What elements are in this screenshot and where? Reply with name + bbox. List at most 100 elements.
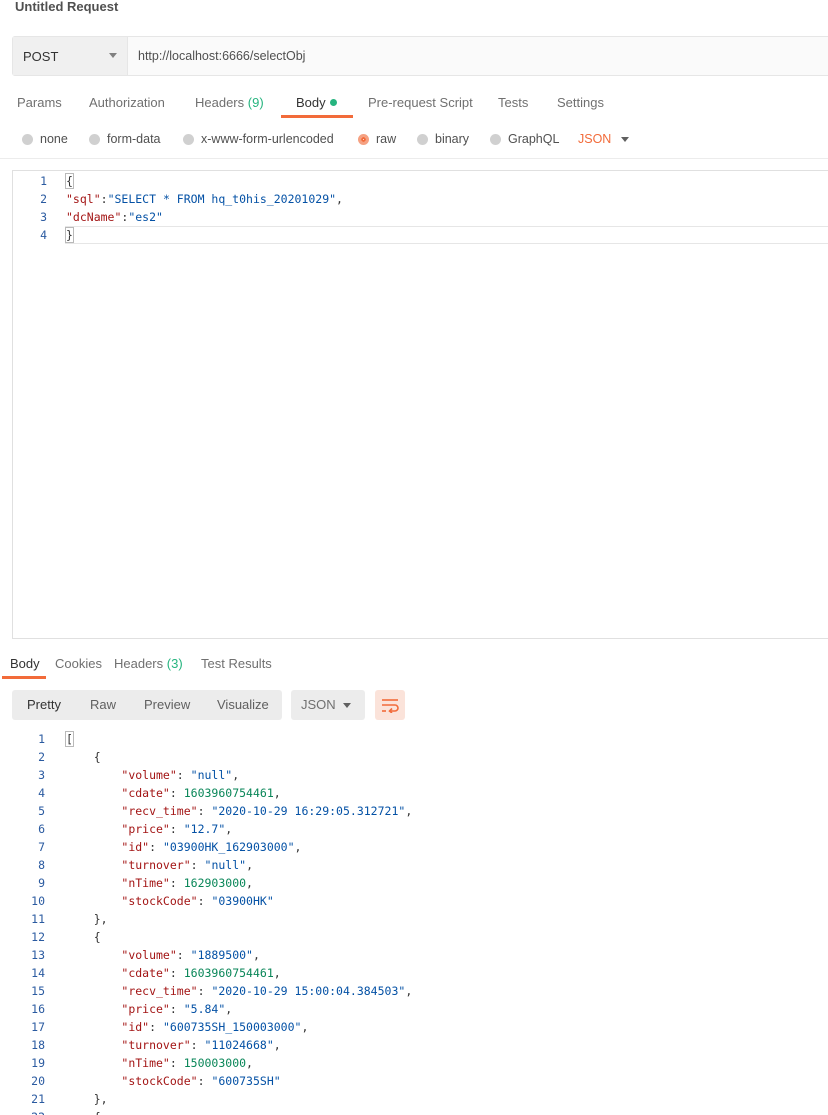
radio-binary[interactable]: binary	[417, 132, 469, 146]
code-text: }	[65, 226, 74, 244]
response-tab-body[interactable]: Body	[10, 656, 40, 671]
code-text: "dcName":"es2"	[66, 210, 163, 224]
tab-params[interactable]: Params	[17, 95, 62, 110]
code-token: "stockCode"	[121, 1074, 198, 1088]
radio-circle-icon	[417, 133, 428, 145]
method-label: POST	[23, 48, 59, 64]
chevron-down-icon[interactable]	[621, 137, 629, 142]
code-text: "nTime": 150003000,	[121, 1056, 253, 1070]
tab-prerequest-script[interactable]: Pre-request Script	[368, 95, 473, 110]
code-text: {	[66, 930, 101, 944]
tab-tests[interactable]: Tests	[498, 95, 528, 110]
response-line: 5 "recv_time": "2020-10-29 16:29:05.3127…	[0, 802, 828, 820]
line-number: 6	[38, 822, 45, 836]
response-tabs: Body Cookies Headers (3) Test Results	[0, 652, 828, 680]
code-text: "recv_time": "2020-10-29 16:29:05.312721…	[121, 804, 413, 818]
body-format-select[interactable]: JSON	[578, 132, 611, 146]
response-body-viewer[interactable]: 1[2 {3 "volume": "null", 4 "cdate": 16039…	[0, 730, 828, 1115]
line-number: 12	[31, 930, 45, 944]
line-number: 2	[38, 750, 45, 764]
tab-settings[interactable]: Settings	[557, 95, 604, 110]
code-token: [	[65, 731, 74, 747]
active-tab-underline	[281, 115, 353, 118]
response-line: 19 "nTime": 150003000,	[0, 1054, 828, 1072]
code-token: "es2"	[128, 210, 163, 224]
divider	[0, 158, 828, 159]
code-text: "cdate": 1603960754461,	[121, 966, 281, 980]
view-preview-button[interactable]: Preview	[144, 697, 190, 712]
tab-headers[interactable]: Headers (9)	[195, 95, 264, 110]
code-token: "cdate"	[121, 966, 170, 980]
code-token: {	[65, 173, 74, 189]
radio-raw[interactable]: raw	[358, 132, 396, 146]
response-tab-headers[interactable]: Headers (3)	[114, 656, 183, 671]
code-token: "id"	[121, 1020, 150, 1034]
response-format-select[interactable]: JSON	[291, 690, 365, 720]
code-token: 1603960754461	[183, 786, 274, 800]
active-response-tab-underline	[2, 676, 46, 679]
code-text: "turnover": "11024668",	[121, 1038, 281, 1052]
code-token: 162903000	[183, 876, 247, 890]
radio-urlencoded-label: x-www-form-urlencoded	[201, 132, 334, 146]
line-number: 18	[31, 1038, 45, 1052]
radio-circle-icon	[490, 133, 501, 145]
response-tab-cookies[interactable]: Cookies	[55, 656, 102, 671]
code-text: "stockCode": "03900HK"	[121, 894, 274, 908]
code-text: "sql":"SELECT * FROM hq_t0his_20201029",	[66, 192, 343, 206]
tab-body[interactable]: Body	[296, 95, 337, 110]
code-token: "price"	[121, 822, 170, 836]
code-token: "stockCode"	[121, 894, 198, 908]
method-select[interactable]: POST	[13, 37, 128, 75]
response-line: 4 "cdate": 1603960754461,	[0, 784, 828, 802]
response-tab-test-results[interactable]: Test Results	[201, 656, 272, 671]
radio-form-data[interactable]: form-data	[89, 132, 161, 146]
line-number: 17	[31, 1020, 45, 1034]
radio-urlencoded[interactable]: x-www-form-urlencoded	[183, 132, 334, 146]
view-visualize-button[interactable]: Visualize	[217, 697, 269, 712]
wrap-lines-button[interactable]	[375, 690, 405, 720]
code-text: "volume": "null",	[121, 768, 240, 782]
response-line: 9 "nTime": 162903000,	[0, 874, 828, 892]
line-number: 1	[40, 174, 47, 188]
code-token: "2020-10-29 16:29:05.312721"	[211, 804, 406, 818]
radio-circle-icon	[183, 133, 194, 145]
radio-none[interactable]: none	[22, 132, 68, 146]
response-line: 10 "stockCode": "03900HK"	[0, 892, 828, 910]
code-text: "price": "12.7",	[121, 822, 233, 836]
code-token: "volume"	[121, 768, 177, 782]
response-line: 1[	[0, 730, 828, 748]
response-line: 18 "turnover": "11024668",	[0, 1036, 828, 1054]
line-number: 2	[40, 192, 47, 206]
line-number: 3	[40, 210, 47, 224]
code-text: "stockCode": "600735SH"	[121, 1074, 281, 1088]
editor-line: 4 }	[13, 226, 828, 244]
line-number: 9	[38, 876, 45, 890]
code-token: "id"	[121, 840, 150, 854]
chevron-down-icon	[343, 703, 351, 708]
code-token: "11024668"	[204, 1038, 274, 1052]
url-input[interactable]: http://localhost:6666/selectObj	[128, 37, 828, 75]
code-token: "5.84"	[183, 1002, 226, 1016]
code-token: "03900HK_162903000"	[162, 840, 295, 854]
code-text: },	[66, 912, 108, 926]
code-token: "recv_time"	[121, 984, 198, 998]
line-number: 1	[38, 732, 45, 746]
code-text: "id": "03900HK_162903000",	[121, 840, 302, 854]
radio-selected-icon	[358, 133, 369, 145]
radio-binary-label: binary	[435, 132, 470, 146]
code-text: "nTime": 162903000,	[121, 876, 253, 890]
line-number: 15	[31, 984, 45, 998]
radio-graphql[interactable]: GraphQL	[490, 132, 559, 146]
response-line: 22 {	[0, 1108, 828, 1115]
view-raw-button[interactable]: Raw	[90, 697, 116, 712]
request-title[interactable]: Untitled Request	[15, 0, 118, 14]
request-body-editor[interactable]: 1 { 2 "sql":"SELECT * FROM hq_t0his_2020…	[12, 170, 828, 639]
code-text: "cdate": 1603960754461,	[121, 786, 281, 800]
code-token: "nTime"	[121, 876, 170, 890]
code-token: "12.7"	[183, 822, 226, 836]
response-line: 11 },	[0, 910, 828, 928]
line-number: 4	[40, 228, 47, 242]
tab-authorization[interactable]: Authorization	[89, 95, 165, 110]
code-text: "id": "600735SH_150003000",	[121, 1020, 309, 1034]
view-pretty-button[interactable]: Pretty	[27, 697, 61, 712]
